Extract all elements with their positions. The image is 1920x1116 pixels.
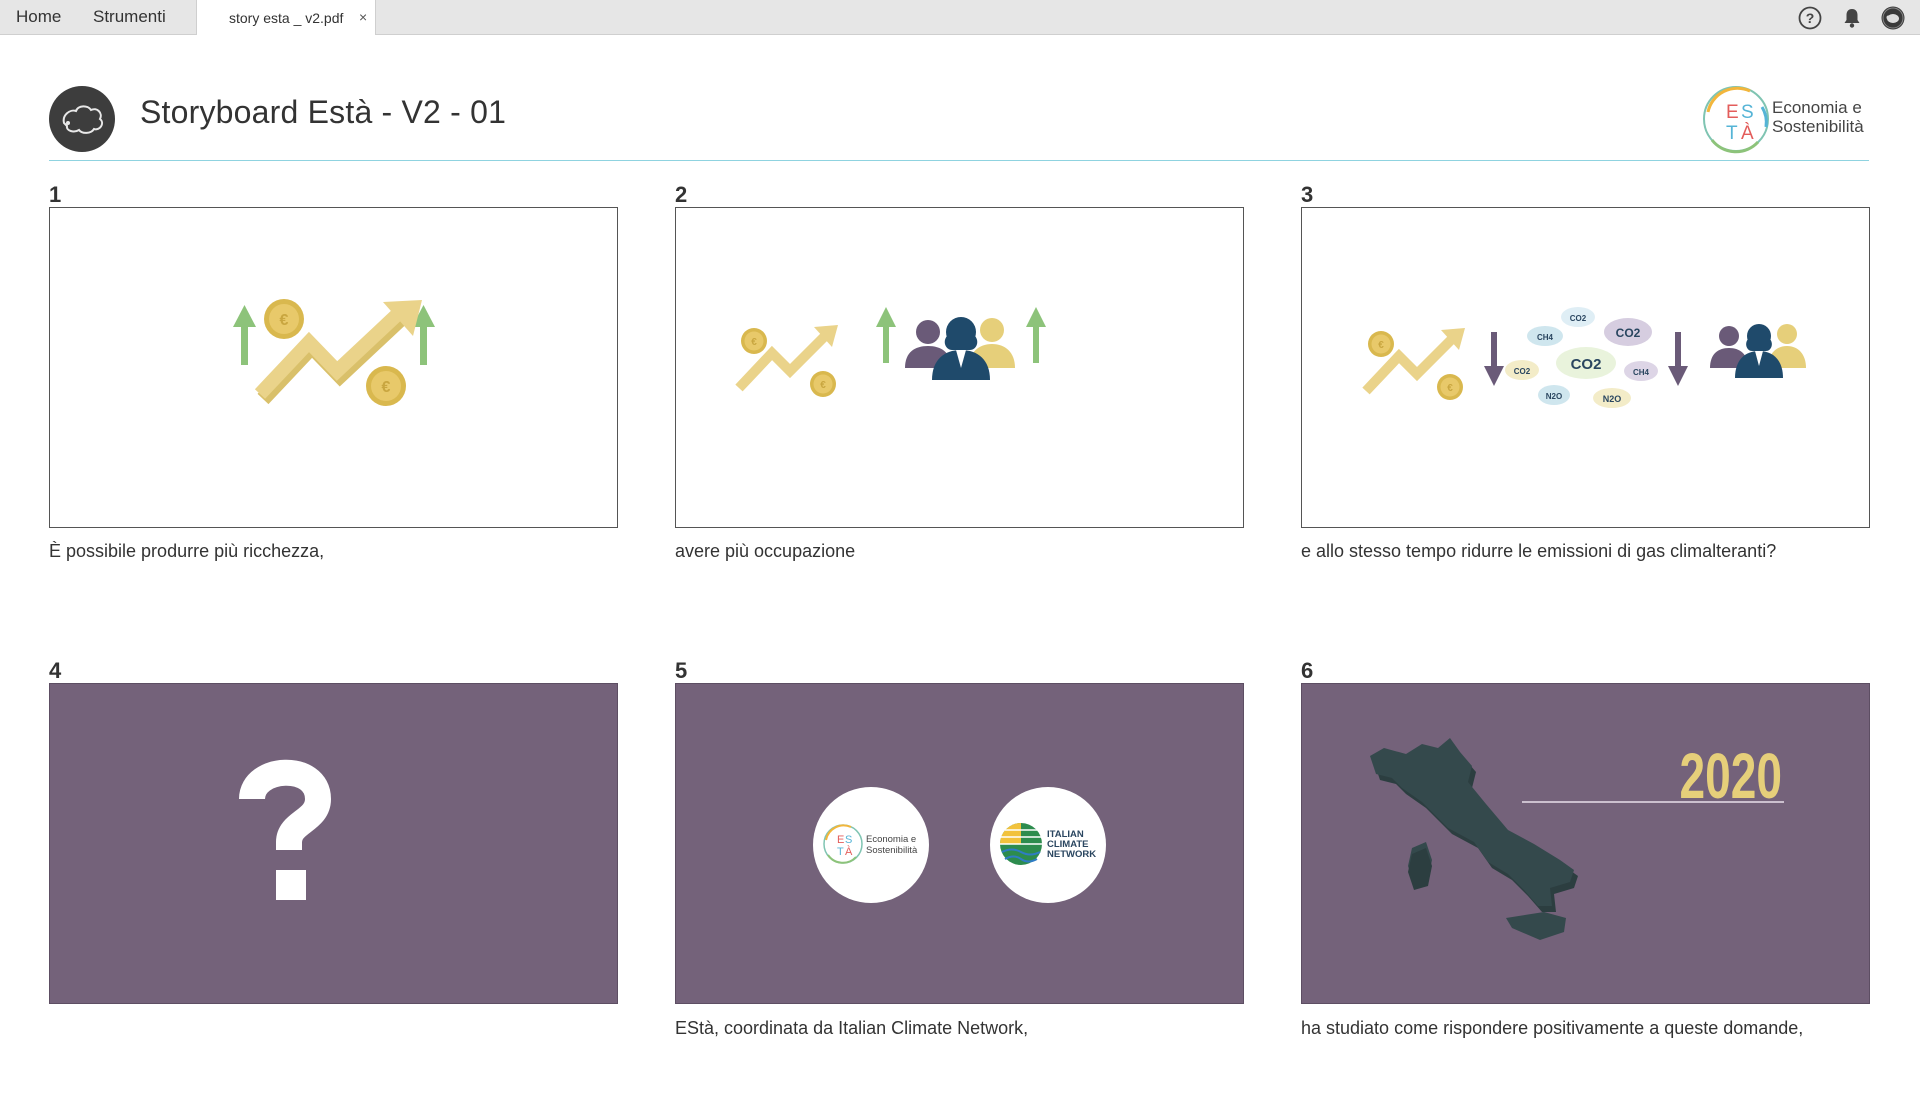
svg-text:€: € (382, 379, 391, 396)
svg-text:Sostenibilità: Sostenibilità (866, 845, 918, 856)
panel-caption-3: e allo stesso tempo ridurre le emissioni… (1301, 541, 1777, 561)
panel-frame-6[interactable]: 2020 (1301, 683, 1870, 1004)
header-divider (49, 160, 1869, 161)
brand-text-line2: Sostenibilità (1772, 117, 1864, 136)
svg-text:€: € (820, 380, 826, 391)
purple-down-arrow-icon (1668, 332, 1688, 386)
svg-text:CO2: CO2 (1570, 314, 1587, 323)
tools-tab[interactable]: Strumenti (93, 0, 166, 35)
panel-caption-5: EStà, coordinata da Italian Climate Netw… (675, 1018, 1029, 1038)
green-up-arrow-icon (876, 307, 896, 363)
user-avatar-icon[interactable] (1880, 5, 1906, 31)
svg-text:S: S (1741, 102, 1754, 123)
svg-text:€: € (280, 312, 289, 329)
panel-caption-1: È possibile produrre più ricchezza, (49, 541, 325, 561)
gas-clouds-icon: CO2 CO2 CH4 CO2 CO2 CH4 N2O N2O (1505, 307, 1658, 408)
svg-text:Economia e: Economia e (866, 834, 916, 845)
svg-text:€: € (1447, 383, 1453, 394)
svg-text:NETWORK: NETWORK (1047, 849, 1096, 860)
panel-number-1: 1 (49, 182, 62, 207)
help-icon[interactable]: ? (1797, 5, 1823, 31)
panel-caption-2: avere più occupazione (675, 541, 856, 561)
euro-coin-icon: € (264, 299, 304, 339)
euro-coin-icon: € (1437, 374, 1463, 400)
green-up-arrow-icon (233, 305, 256, 365)
svg-text:CH4: CH4 (1537, 333, 1554, 342)
panel-frame-3[interactable]: € € CO2 CO2 CH4 CO2 CO2 CH4 N2O N2O (1301, 207, 1870, 528)
svg-text:CO2: CO2 (1616, 326, 1641, 340)
home-tab[interactable]: Home (16, 0, 61, 35)
workers-group-icon (1710, 324, 1806, 378)
panel-number-5: 5 (675, 658, 688, 683)
svg-text:À: À (1741, 123, 1754, 144)
green-up-arrow-icon (1026, 307, 1046, 363)
panel-number-4: 4 (49, 658, 62, 683)
close-tab-button[interactable]: × (359, 0, 367, 35)
panel-number-6: 6 (1301, 658, 1314, 683)
question-mark-icon (239, 759, 332, 900)
svg-text:CH4: CH4 (1633, 368, 1650, 377)
euro-coin-icon: € (741, 328, 767, 354)
panel-frame-4[interactable] (49, 683, 618, 1004)
panel-frame-1[interactable]: € € (49, 207, 618, 528)
svg-text:À: À (845, 845, 853, 858)
top-toolbar: Home Strumenti story esta _ v2.pdf × ? (0, 0, 1920, 35)
notification-bell-icon[interactable] (1839, 5, 1865, 31)
brand-text-line1: Economia e (1772, 98, 1862, 117)
page-title: Storyboard Està - V2 - 01 (140, 94, 507, 130)
svg-text:T: T (837, 846, 844, 858)
document-tab[interactable]: story esta _ v2.pdf × (196, 0, 376, 35)
brand-text: Economia e Sostenibilità (1772, 98, 1864, 136)
document-tab-title: story esta _ v2.pdf (229, 10, 344, 26)
workers-group-icon (905, 317, 1015, 380)
sheep-logo-icon (49, 86, 115, 152)
italian-climate-network-logo-icon: ITALIAN CLIMATE NETWORK (990, 787, 1106, 903)
svg-text:€: € (1378, 340, 1384, 351)
svg-text:E: E (1726, 102, 1739, 123)
italy-map-icon (1370, 738, 1578, 940)
svg-text:T: T (1726, 123, 1738, 144)
euro-coin-icon: € (810, 371, 836, 397)
panel-frame-2[interactable]: € € (675, 207, 1244, 528)
euro-coin-icon: € (1368, 331, 1394, 357)
svg-text:N2O: N2O (1603, 394, 1622, 404)
esta-logo-icon: E S T À Economia e Sostenibilità (813, 787, 929, 903)
year-label: 2020 (1680, 741, 1782, 812)
svg-text:CO2: CO2 (1514, 367, 1531, 376)
svg-text:E: E (837, 834, 844, 846)
euro-coin-icon: € (366, 366, 406, 406)
svg-text:€: € (751, 337, 757, 348)
purple-down-arrow-icon (1484, 332, 1504, 386)
panel-number-2: 2 (675, 182, 688, 207)
svg-text:?: ? (1806, 10, 1815, 26)
panel-caption-6: ha studiato come rispondere positivament… (1301, 1018, 1804, 1038)
panel-frame-5[interactable]: E S T À Economia e Sostenibilità ITALIAN… (675, 683, 1244, 1004)
svg-text:CO2: CO2 (1571, 356, 1602, 373)
svg-text:S: S (845, 834, 852, 846)
panel-number-3: 3 (1301, 182, 1314, 207)
svg-text:N2O: N2O (1546, 392, 1562, 401)
